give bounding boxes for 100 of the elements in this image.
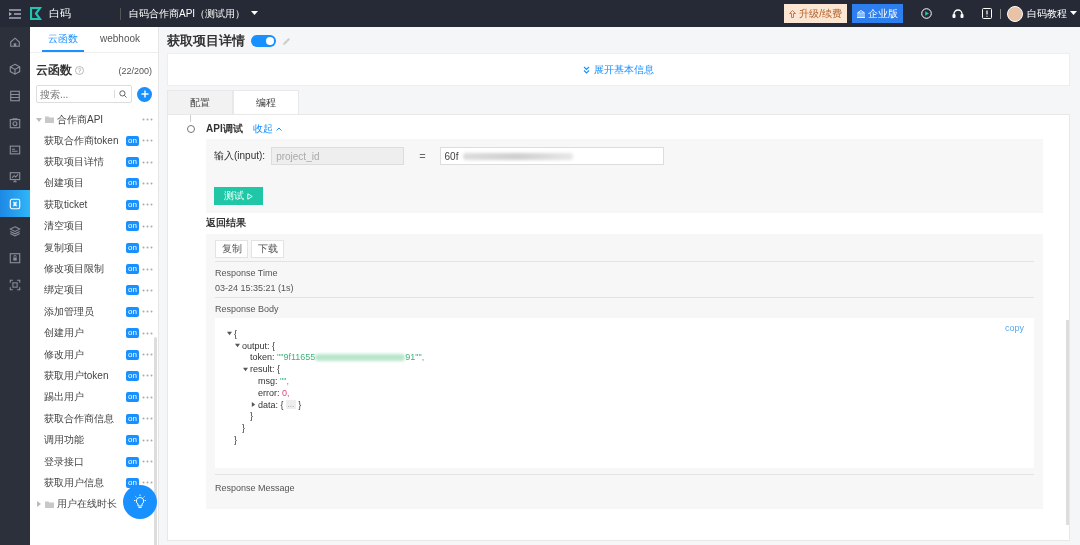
add-button[interactable] [137, 86, 152, 102]
function-item[interactable]: 登录接口 [44, 454, 84, 469]
user-name[interactable]: 白码教程 [1027, 6, 1067, 21]
function-item[interactable]: 获取用户token [44, 369, 109, 383]
logo-icon [30, 7, 43, 20]
json-key: output: [242, 340, 273, 351]
help-icon[interactable] [75, 66, 84, 75]
folder-item[interactable]: 用户在线时长 [57, 497, 117, 512]
upgrade-button[interactable]: 升级/续费 [784, 4, 847, 23]
more-icon[interactable] [142, 310, 153, 314]
more-icon[interactable] [142, 139, 153, 143]
status-badge: on [126, 456, 139, 467]
project-name[interactable]: 白码合作商API（测试用） [129, 6, 246, 21]
enterprise-button[interactable]: 企业版 [852, 4, 903, 23]
json-value: 91"", [405, 352, 425, 363]
response-time-label: Response Time [215, 268, 279, 278]
more-icon[interactable] [142, 203, 153, 207]
json-brace: { [280, 399, 284, 410]
more-icon[interactable] [142, 395, 153, 399]
json-value: ""9f11655 [277, 352, 316, 363]
more-icon[interactable] [142, 460, 153, 464]
tab[interactable]: 编程 [233, 90, 299, 114]
logo-text: 白码 [49, 6, 71, 21]
user-avatar[interactable] [1007, 5, 1023, 22]
search-box[interactable]: 搜索... [36, 85, 132, 103]
status-badge: on [126, 157, 139, 168]
function-item[interactable]: 获取用户信息 [44, 475, 104, 490]
more-icon[interactable] [142, 267, 153, 271]
expand-caret-icon[interactable] [227, 331, 232, 337]
function-item[interactable]: 踢出用户 [44, 390, 84, 405]
more-icon[interactable] [142, 331, 153, 335]
more-icon[interactable] [142, 417, 153, 421]
status-badge: on [126, 328, 139, 339]
more-icon[interactable] [142, 288, 153, 292]
search-field[interactable]: 搜索... [37, 88, 114, 100]
headset-icon[interactable] [952, 8, 964, 19]
search-icon[interactable] [119, 90, 127, 98]
more-icon[interactable] [142, 438, 153, 442]
collapse-caret-icon[interactable] [251, 402, 256, 408]
more-icon[interactable] [142, 246, 153, 250]
play-icon [247, 192, 253, 200]
action-button[interactable]: 下载 [251, 240, 284, 258]
function-item[interactable]: 修改项目限制 [44, 262, 104, 277]
more-icon[interactable] [142, 181, 153, 185]
equals-sign: = [419, 150, 426, 162]
function-item[interactable]: 获取ticket [44, 197, 88, 212]
folder-icon [45, 500, 54, 508]
json-brace: } [234, 435, 237, 446]
play-icon[interactable] [921, 8, 932, 19]
lightbulb-icon [132, 494, 148, 510]
expand-caret-icon[interactable] [235, 343, 240, 349]
function-count: (22/200) [118, 65, 152, 76]
tab[interactable]: 配置 [167, 90, 233, 114]
sidebar-tab[interactable]: webhook [94, 27, 147, 52]
status-badge: on [126, 477, 139, 488]
function-item[interactable]: 获取合作商信息 [44, 411, 114, 426]
function-item[interactable]: 创建项目 [44, 176, 84, 191]
help-book-icon[interactable] [982, 8, 992, 19]
function-item[interactable]: 修改用户 [44, 347, 84, 362]
folder-icon [45, 116, 54, 123]
enable-toggle[interactable] [251, 35, 276, 47]
value-field[interactable]: 60f [444, 150, 463, 162]
status-badge: on [126, 306, 139, 317]
chevron-up-icon[interactable] [275, 127, 282, 131]
response-time-value: 03-24 15:35:21 (1s) [215, 283, 295, 293]
action-button[interactable]: 复制 [215, 240, 248, 258]
function-item[interactable]: 添加管理员 [44, 304, 94, 319]
json-key: result: [250, 364, 278, 375]
more-icon[interactable] [142, 374, 153, 378]
function-item[interactable]: 获取项目详情 [44, 155, 104, 170]
function-item[interactable]: 调用功能 [44, 433, 84, 448]
caret-icon[interactable] [251, 11, 259, 16]
response-body-label: Response Body [215, 304, 279, 314]
result-title: 返回结果 [206, 216, 247, 230]
function-item[interactable]: 创建用户 [44, 326, 84, 341]
response-message-label: Response Message [215, 483, 295, 493]
page-title: 获取项目详情 [167, 32, 245, 50]
more-icon[interactable] [142, 118, 153, 121]
status-badge: on [126, 349, 139, 360]
bank-icon [857, 9, 865, 18]
folder-item[interactable]: 合作商API [57, 112, 104, 127]
menu-icon[interactable] [9, 8, 21, 19]
expand-caret-icon[interactable] [243, 366, 248, 372]
caret-icon[interactable] [1070, 11, 1077, 16]
double-chevron-icon[interactable] [583, 65, 590, 74]
more-icon[interactable] [142, 481, 153, 485]
function-item[interactable]: 清空项目 [44, 219, 84, 234]
more-icon[interactable] [142, 353, 153, 357]
json-brace: { [277, 364, 281, 375]
code-icon[interactable] [0, 190, 30, 217]
more-icon[interactable] [142, 224, 153, 228]
json-brace: { [272, 340, 276, 351]
lightbulb-button[interactable] [123, 485, 157, 519]
json-key: error: [258, 387, 283, 398]
json-value: 0, [282, 387, 290, 398]
json-key: token: [250, 352, 278, 363]
more-icon[interactable] [142, 160, 153, 164]
function-item[interactable]: 复制项目 [44, 240, 84, 255]
function-item[interactable]: 绑定项目 [44, 283, 84, 298]
function-item[interactable]: 获取合作商token [44, 133, 119, 148]
